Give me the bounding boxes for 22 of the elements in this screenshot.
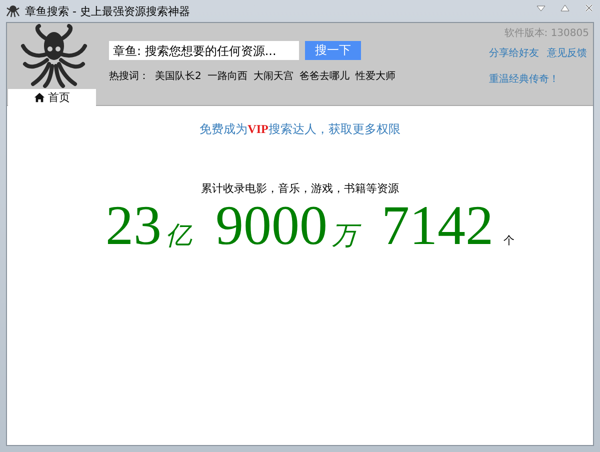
minimize-icon[interactable]: [536, 3, 546, 13]
hot-word-link[interactable]: 大闹天宫: [253, 69, 294, 83]
hot-word-link[interactable]: 性爱大师: [355, 69, 396, 83]
close-icon[interactable]: [584, 3, 594, 13]
count-unit: 亿: [166, 220, 192, 252]
home-icon: [34, 92, 45, 103]
count-unit: 个: [504, 234, 514, 248]
version-text: 软件版本: 130805: [504, 26, 589, 40]
home-tab[interactable]: 首页: [8, 89, 96, 106]
vip-promo-link[interactable]: 免费成为VIP搜索达人，获取更多权限: [200, 121, 400, 138]
hot-word-link[interactable]: 一路向西: [207, 69, 248, 83]
maximize-icon[interactable]: [560, 3, 570, 13]
stats-caption: 累计收录电影，音乐，游戏，书籍等资源: [201, 181, 399, 196]
count-number: 7142: [382, 196, 494, 256]
count-number: 9000: [216, 196, 328, 256]
hot-words-label: 热搜词：: [109, 70, 149, 83]
search-field[interactable]: 章鱼: 搜索您想要的任何资源...: [109, 41, 299, 60]
octopus-icon: [6, 4, 20, 18]
hot-word-link[interactable]: 美国队长2: [155, 69, 202, 83]
hot-word-link[interactable]: 爸爸去哪儿: [299, 69, 350, 83]
count-number: 23: [106, 196, 162, 256]
window-title: 章鱼搜索 - 史上最强资源搜索神器: [25, 4, 190, 18]
